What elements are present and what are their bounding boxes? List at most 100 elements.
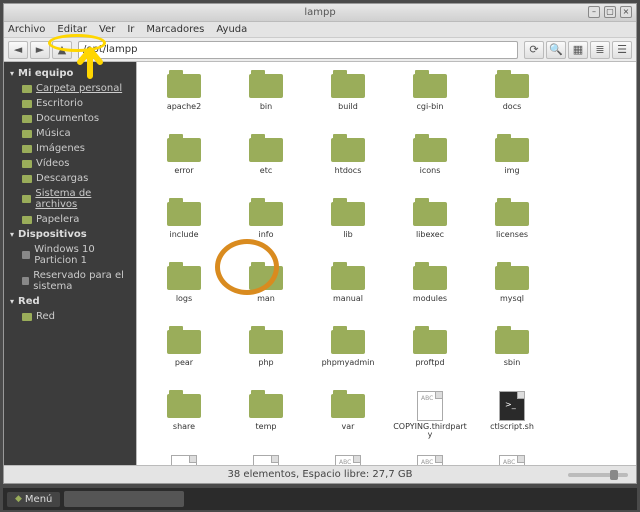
minimize-button[interactable]: – [588, 6, 600, 18]
sidebar-item[interactable]: Documentos [4, 111, 136, 126]
file-item[interactable]: manager-linux-x64.run [225, 454, 307, 465]
sidebar-item[interactable]: Reservado para el sistema [4, 268, 136, 294]
file-label: info [258, 231, 273, 239]
file-item[interactable]: phpmyadmin [307, 326, 389, 390]
file-item[interactable]: licenses [471, 198, 553, 262]
file-item[interactable]: man [225, 262, 307, 326]
file-item[interactable]: COPYING.thirdparty [389, 390, 471, 454]
file-item[interactable]: README-wsrep [389, 454, 471, 465]
file-label: error [174, 167, 193, 175]
close-button[interactable]: × [620, 6, 632, 18]
file-item[interactable]: img [471, 134, 553, 198]
file-label: pear [175, 359, 193, 367]
file-item[interactable]: sbin [471, 326, 553, 390]
file-item[interactable]: pear [143, 326, 225, 390]
file-item[interactable]: docs [471, 70, 553, 134]
menubar: Archivo Editar Ver Ir Marcadores Ayuda [4, 22, 636, 38]
sidebar-item[interactable]: Imágenes [4, 141, 136, 156]
file-label: include [170, 231, 199, 239]
folder-icon [331, 202, 365, 226]
file-item[interactable]: proftpd [389, 326, 471, 390]
view-list-button[interactable]: ≣ [590, 41, 610, 59]
folder-icon [22, 100, 32, 108]
search-button[interactable]: 🔍 [546, 41, 566, 59]
file-label: logs [176, 295, 192, 303]
file-label: libexec [416, 231, 444, 239]
sidebar-item[interactable]: Red [4, 309, 136, 324]
start-menu-button[interactable]: Menú [7, 492, 60, 507]
menu-ir[interactable]: Ir [127, 24, 134, 35]
file-item[interactable]: info [225, 198, 307, 262]
menu-ver[interactable]: Ver [99, 24, 115, 35]
file-item[interactable]: manual [307, 262, 389, 326]
menu-archivo[interactable]: Archivo [8, 24, 45, 35]
window-title: lampp [304, 7, 335, 18]
file-item[interactable]: var [307, 390, 389, 454]
sidebar-item[interactable]: Papelera [4, 212, 136, 227]
file-item[interactable]: icons [389, 134, 471, 198]
file-item[interactable]: ctlscript.sh [471, 390, 553, 454]
file-item[interactable]: build [307, 70, 389, 134]
forward-button[interactable]: ► [30, 41, 50, 59]
file-item[interactable]: libexec [389, 198, 471, 262]
status-text: 38 elementos, Espacio libre: 27,7 GB [228, 469, 413, 480]
file-item[interactable]: htdocs [307, 134, 389, 198]
sidebar-item[interactable]: Windows 10 Particion 1 [4, 242, 136, 268]
folder-icon [495, 138, 529, 162]
file-item[interactable]: properties.ini [307, 454, 389, 465]
sidebar-item[interactable]: Vídeos [4, 156, 136, 171]
file-item[interactable]: etc [225, 134, 307, 198]
file-item[interactable]: apache2 [143, 70, 225, 134]
toolbar: ◄ ► ▲ /opt/lampp ⟳ 🔍 ▦ ≣ ☰ [4, 38, 636, 62]
file-item[interactable]: lib [307, 198, 389, 262]
content-pane[interactable]: apache2binbuildcgi-bin docs error etc htdocs… [136, 62, 636, 465]
file-icon [499, 391, 525, 421]
maximize-button[interactable]: ▢ [604, 6, 616, 18]
file-icon [335, 455, 361, 465]
sidebar-section[interactable]: Red [4, 294, 136, 309]
file-label: etc [260, 167, 272, 175]
file-item[interactable]: share [143, 390, 225, 454]
file-item[interactable]: RELEASENOTES [471, 454, 553, 465]
titlebar[interactable]: lampp – ▢ × [4, 4, 636, 22]
file-item[interactable]: include [143, 198, 225, 262]
file-item[interactable]: bin [225, 70, 307, 134]
sidebar-item[interactable]: Sistema de archivos [4, 186, 136, 212]
path-input[interactable]: /opt/lampp [78, 41, 518, 59]
file-label: sbin [504, 359, 521, 367]
folder-icon [22, 85, 32, 93]
file-item[interactable]: temp [225, 390, 307, 454]
folder-icon [331, 330, 365, 354]
back-button[interactable]: ◄ [8, 41, 28, 59]
sidebar-item[interactable]: Música [4, 126, 136, 141]
up-button[interactable]: ▲ [52, 41, 72, 59]
sidebar-item[interactable]: Carpeta personal [4, 81, 136, 96]
file-item[interactable]: php [225, 326, 307, 390]
file-item[interactable]: cgi-bin [389, 70, 471, 134]
file-label: docs [503, 103, 522, 111]
sidebar-item[interactable]: Descargas [4, 171, 136, 186]
file-item[interactable]: logs [143, 262, 225, 326]
file-label: mysql [500, 295, 524, 303]
file-label: modules [413, 295, 447, 303]
menu-editar[interactable]: Editar [57, 24, 87, 35]
taskbar-search[interactable] [64, 491, 184, 507]
menu-ayuda[interactable]: Ayuda [216, 24, 247, 35]
sidebar-item[interactable]: Escritorio [4, 96, 136, 111]
folder-icon [413, 138, 447, 162]
file-item[interactable]: lampp [143, 454, 225, 465]
file-item[interactable]: error [143, 134, 225, 198]
sidebar-section[interactable]: Dispositivos [4, 227, 136, 242]
file-label: temp [256, 423, 277, 431]
file-item[interactable]: modules [389, 262, 471, 326]
reload-button[interactable]: ⟳ [524, 41, 544, 59]
view-icons-button[interactable]: ▦ [568, 41, 588, 59]
view-compact-button[interactable]: ☰ [612, 41, 632, 59]
file-label: php [258, 359, 273, 367]
zoom-slider[interactable] [568, 473, 628, 477]
sidebar: Mi equipoCarpeta personalEscritorioDocum… [4, 62, 136, 465]
file-item[interactable]: mysql [471, 262, 553, 326]
menu-marcadores[interactable]: Marcadores [146, 24, 204, 35]
sidebar-section[interactable]: Mi equipo [4, 66, 136, 81]
folder-icon [413, 330, 447, 354]
